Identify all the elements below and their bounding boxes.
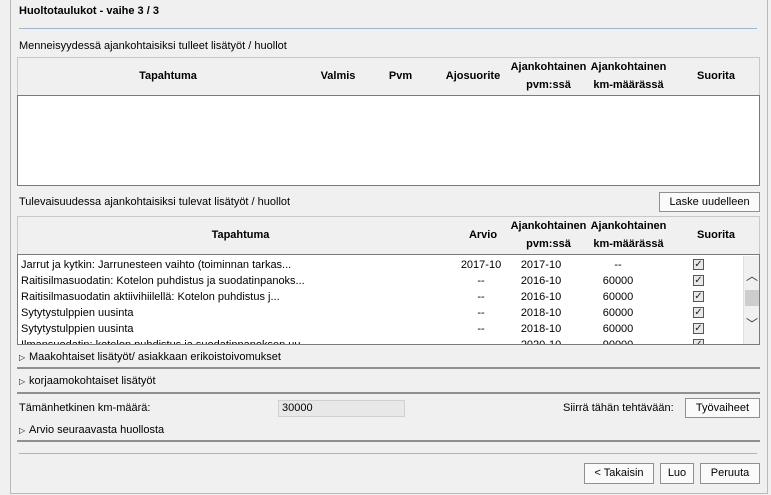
perform-checkbox[interactable]: ✓ <box>693 323 704 334</box>
row-estimate: -- <box>477 275 485 287</box>
table-row[interactable]: Jarrut ja kytkin: Jarrunesteen vaihto (t… <box>21 257 741 273</box>
row-estimate: 2017-10 <box>460 259 502 271</box>
goto-label: Siirrä tähän tehtävään: <box>563 402 674 414</box>
row-due-date: 2018-10 <box>520 307 562 319</box>
row-due-km: 60000 <box>602 275 634 287</box>
footer-divider <box>19 453 757 454</box>
table-row[interactable]: Ilmansuodatin: kotelon puhdistus ja suod… <box>21 337 741 345</box>
row-event: Raitisilmasuodatin: Kotelon puhdistus ja… <box>21 275 305 287</box>
past-col-mileage[interactable]: Ajosuorite <box>438 67 508 85</box>
back-button[interactable]: < Takaisin <box>584 463 654 484</box>
future-table-body[interactable]: Jarrut ja kytkin: Jarrunesteen vaihto (t… <box>17 254 760 345</box>
table-row[interactable]: Raitisilmasuodatin aktiivihiilellä: Kote… <box>21 289 741 305</box>
scroll-up-icon[interactable]: ︿ <box>746 270 758 282</box>
perform-checkbox[interactable]: ✓ <box>693 291 704 302</box>
recalculate-button[interactable]: Laske uudelleen <box>659 192 760 212</box>
mileage-input[interactable]: 30000 <box>278 400 405 417</box>
past-col-done[interactable]: Valmis <box>313 67 363 85</box>
future-table-header: Tapahtuma Arvio Ajankohtainen pvm:ssä Aja… <box>17 216 760 254</box>
row-due-date: 2016-10 <box>520 275 562 287</box>
row-due-date: 2017-10 <box>520 259 562 271</box>
row-due-date: 2016-10 <box>520 291 562 303</box>
work-phases-button[interactable]: Työvaiheet <box>685 398 760 418</box>
perform-checkbox[interactable]: ✓ <box>693 259 704 270</box>
cancel-button[interactable]: Peruuta <box>700 463 760 484</box>
row-event: Sytytystulppien uusinta <box>21 323 134 335</box>
row-due-date: 2018-10 <box>520 323 562 335</box>
row-estimate: -- <box>477 307 485 319</box>
row-event: Jarrut ja kytkin: Jarrunesteen vaihto (t… <box>21 259 292 271</box>
future-table-scrollbar[interactable]: ︿ ﹀ <box>743 256 759 344</box>
future-col-due-date[interactable]: Ajankohtainen pvm:ssä <box>506 217 591 253</box>
perform-checkbox[interactable]: ✓ <box>693 339 704 344</box>
row-due-km: 60000 <box>602 291 634 303</box>
title-divider <box>19 28 757 29</box>
mileage-label: Tämänhetkinen km-määrä: <box>19 402 151 414</box>
past-col-event[interactable]: Tapahtuma <box>78 67 258 85</box>
scroll-down-icon[interactable]: ﹀ <box>746 318 758 330</box>
future-col-event[interactable]: Tapahtuma <box>118 226 363 244</box>
past-table-body[interactable] <box>17 95 760 186</box>
row-due-km: 60000 <box>602 323 634 335</box>
future-col-perform[interactable]: Suorita <box>686 226 746 244</box>
past-col-due-date[interactable]: Ajankohtainen pvm:ssä <box>506 58 591 94</box>
row-due-km: 90000 <box>602 339 634 345</box>
row-event: Ilmansuodatin: kotelon puhdistus ja suod… <box>21 339 310 345</box>
divider <box>17 367 760 369</box>
past-col-perform[interactable]: Suorita <box>686 67 746 85</box>
row-due-km: -- <box>614 259 622 271</box>
future-col-due-km[interactable]: Ajankohtainen km-määrässä <box>586 217 671 253</box>
row-estimate: -- <box>477 339 485 345</box>
page-title: Huoltotaulukot - vaihe 3 / 3 <box>19 5 159 17</box>
table-row[interactable]: Sytytystulppien uusinta -- 2018-10 60000 ✓ <box>21 305 741 321</box>
row-event: Sytytystulppien uusinta <box>21 307 134 319</box>
perform-checkbox[interactable]: ✓ <box>693 307 704 318</box>
next-service-toggle[interactable]: ▷ Arvio seuraavasta huollosta <box>19 424 164 436</box>
future-section-label: Tulevaisuudessa ajankohtaisiksi tulevat … <box>19 196 291 208</box>
triangle-right-icon: ▷ <box>19 426 26 435</box>
row-due-date: 2020-10 <box>520 339 562 345</box>
workshop-specific-toggle[interactable]: ▷ korjaamokohtaiset lisätyöt <box>19 375 156 387</box>
country-specific-toggle[interactable]: ▷ Maakohtaiset lisätyöt/ asiakkaan erikoi… <box>19 351 281 363</box>
row-estimate: -- <box>477 291 485 303</box>
row-event: Raitisilmasuodatin aktiivihiilellä: Kote… <box>21 291 280 303</box>
divider <box>17 392 760 394</box>
scroll-thumb[interactable] <box>745 290 759 306</box>
perform-checkbox[interactable]: ✓ <box>693 275 704 286</box>
future-col-estimate[interactable]: Arvio <box>458 226 508 244</box>
table-row[interactable]: Sytytystulppien uusinta -- 2018-10 60000 ✓ <box>21 321 741 337</box>
row-due-km: 60000 <box>602 307 634 319</box>
past-col-due-km[interactable]: Ajankohtainen km-määrässä <box>586 58 671 94</box>
past-section-label: Menneisyydessä ajankohtaisiksi tulleet l… <box>19 40 287 52</box>
past-table-header: Tapahtuma Valmis Pvm Ajosuorite Ajankoht… <box>17 57 760 95</box>
row-estimate: -- <box>477 323 485 335</box>
past-col-date[interactable]: Pvm <box>378 67 423 85</box>
table-row[interactable]: Raitisilmasuodatin: Kotelon puhdistus ja… <box>21 273 741 289</box>
divider <box>17 440 760 442</box>
create-button[interactable]: Luo <box>660 463 694 484</box>
triangle-right-icon: ▷ <box>19 377 26 386</box>
triangle-right-icon: ▷ <box>19 353 26 362</box>
